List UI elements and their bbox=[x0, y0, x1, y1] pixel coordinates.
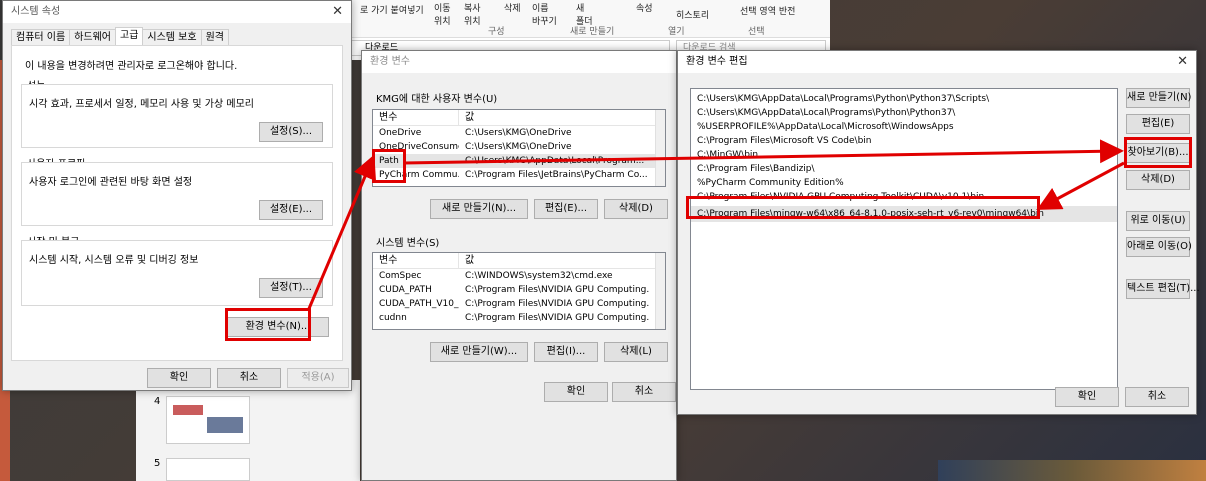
scrollbar[interactable] bbox=[655, 110, 665, 186]
performance-desc: 시각 효과, 프로세서 일정, 메모리 사용 및 가상 메모리 bbox=[29, 99, 254, 110]
system-edit-button[interactable]: 편집(I)... bbox=[534, 342, 598, 362]
user-profile-settings-button[interactable]: 설정(E)... bbox=[259, 200, 323, 220]
ribbon-group-open: 열기 bbox=[668, 27, 685, 37]
ribbon-group-new: 새로 만들기 bbox=[570, 27, 615, 37]
startup-recovery-settings-button[interactable]: 설정(T)... bbox=[259, 278, 323, 298]
system-properties-title: 시스템 속성 bbox=[11, 6, 61, 17]
edit-env-titlebar[interactable]: 환경 변수 편집 ✕ bbox=[678, 51, 1196, 73]
table-row[interactable]: ComSpec C:\WINDOWS\system32\cmd.exe bbox=[373, 269, 665, 283]
edit-edit-button[interactable]: 편집(E) bbox=[1126, 114, 1190, 134]
system-variables-label: 시스템 변수(S) bbox=[376, 238, 440, 249]
edit-new-button[interactable]: 새로 만들기(N) bbox=[1126, 88, 1191, 108]
system-properties-tabs: 컴퓨터 이름 하드웨어 고급 시스템 보호 원격 bbox=[11, 27, 229, 45]
user-edit-button[interactable]: 편집(E)... bbox=[534, 199, 598, 219]
user-variables-label: KMG에 대한 사용자 변수(U) bbox=[376, 94, 498, 105]
list-item[interactable]: C:\Program Files\Microsoft VS Code\bin bbox=[691, 134, 1117, 148]
scrollbar[interactable] bbox=[655, 253, 665, 329]
table-row[interactable]: PyCharm Commu... C:\Program Files\JetBrai… bbox=[373, 168, 665, 182]
table-row[interactable]: OneDrive C:\Users\KMG\OneDrive bbox=[373, 126, 665, 140]
highlight-browse-button bbox=[1124, 137, 1192, 168]
desktop-thumbnail-strip bbox=[938, 460, 1206, 481]
ok-button[interactable]: 확인 bbox=[147, 368, 211, 388]
close-icon[interactable]: ✕ bbox=[1177, 51, 1188, 73]
table-row-path[interactable]: Path C:\Users\KMG\AppData\Local\Program..… bbox=[373, 154, 665, 168]
column-header-value[interactable]: 값 bbox=[459, 253, 657, 268]
list-item[interactable]: %USERPROFILE%\AppData\Local\Microsoft\Wi… bbox=[691, 120, 1117, 134]
user-profile-desc: 사용자 로그인에 관련된 바탕 화면 설정 bbox=[29, 177, 193, 188]
table-row[interactable]: cudnn C:\Program Files\NVIDIA GPU Computi… bbox=[373, 311, 665, 325]
user-variables-table: 변수 값 OneDrive C:\Users\KMG\OneDrive OneDr… bbox=[372, 109, 666, 187]
edit-env-title: 환경 변수 편집 bbox=[686, 56, 748, 67]
system-new-button[interactable]: 새로 만들기(W)... bbox=[430, 342, 528, 362]
tab-system-protection[interactable]: 시스템 보호 bbox=[142, 29, 202, 45]
environment-variables-titlebar[interactable]: 환경 변수 bbox=[362, 51, 676, 73]
table-row[interactable]: CUDA_PATH_V10_1 C:\Program Files\NVIDIA G… bbox=[373, 297, 665, 311]
tab-advanced[interactable]: 고급 bbox=[115, 27, 144, 45]
ribbon-group-organize: 구성 bbox=[488, 27, 505, 37]
admin-note: 이 내용을 변경하려면 관리자로 로그온해야 합니다. bbox=[25, 61, 238, 72]
ribbon-copy-to[interactable]: 복사 위치 bbox=[464, 1, 481, 27]
apply-button[interactable]: 적용(A) bbox=[287, 368, 349, 388]
edit-environment-variable-dialog: 환경 변수 편집 ✕ C:\Users\KMG\AppData\Local\Pr… bbox=[677, 50, 1200, 415]
ribbon-history[interactable]: 히스토리 bbox=[676, 8, 709, 21]
user-new-button[interactable]: 새로 만들기(N)... bbox=[430, 199, 528, 219]
edit-ok-button[interactable]: 확인 bbox=[1055, 387, 1119, 407]
user-variables-header: 변수 값 bbox=[373, 110, 665, 126]
highlight-new-entry bbox=[686, 196, 1040, 219]
text-edit-button[interactable]: 텍스트 편집(T)... bbox=[1126, 279, 1200, 299]
startup-recovery-desc: 시스템 시작, 시스템 오류 및 디버깅 정보 bbox=[29, 255, 199, 266]
path-entries-list: C:\Users\KMG\AppData\Local\Programs\Pyth… bbox=[690, 88, 1118, 390]
system-delete-button[interactable]: 삭제(L) bbox=[604, 342, 668, 362]
list-item[interactable]: C:\Users\KMG\AppData\Local\Programs\Pyth… bbox=[691, 92, 1117, 106]
ribbon-delete[interactable]: 삭제 bbox=[504, 1, 521, 14]
slide-number-4: 4 bbox=[154, 396, 161, 407]
tab-computer-name[interactable]: 컴퓨터 이름 bbox=[11, 29, 71, 45]
performance-settings-button[interactable]: 설정(S)... bbox=[259, 122, 323, 142]
slide-thumbnail-4[interactable] bbox=[166, 396, 250, 444]
list-item[interactable]: C:\Users\KMG\AppData\Local\Programs\Pyth… bbox=[691, 106, 1117, 120]
tab-hardware[interactable]: 하드웨어 bbox=[69, 29, 116, 45]
list-item[interactable]: %PyCharm Community Edition% bbox=[691, 176, 1117, 190]
column-header-value[interactable]: 값 bbox=[459, 110, 657, 125]
file-explorer-ribbon: 로 가기 붙여넣기 이동 위치 복사 위치 삭제 이름 바꾸기 새 폴더 속성 … bbox=[350, 0, 830, 38]
system-variables-table: 변수 값 ComSpec C:\WINDOWS\system32\cmd.exe … bbox=[372, 252, 666, 330]
environment-variables-dialog: 환경 변수 KMG에 대한 사용자 변수(U) 변수 값 OneDrive C:\… bbox=[361, 50, 677, 481]
ribbon-rename[interactable]: 이름 바꾸기 bbox=[532, 1, 557, 27]
tab-remote[interactable]: 원격 bbox=[200, 29, 229, 45]
ribbon-group-select: 선택 bbox=[748, 27, 765, 37]
slide-number-5: 5 bbox=[154, 458, 161, 469]
slide-thumbnail-5[interactable] bbox=[166, 458, 250, 481]
system-variables-header: 변수 값 bbox=[373, 253, 665, 269]
environment-variables-title: 환경 변수 bbox=[370, 56, 410, 67]
move-up-button[interactable]: 위로 이동(U) bbox=[1126, 211, 1190, 231]
table-row[interactable]: CUDA_PATH C:\Program Files\NVIDIA GPU Com… bbox=[373, 283, 665, 297]
system-properties-titlebar[interactable]: 시스템 속성 ✕ bbox=[3, 1, 351, 23]
envvars-cancel-button[interactable]: 취소 bbox=[612, 382, 676, 402]
cancel-button[interactable]: 취소 bbox=[217, 368, 281, 388]
highlight-envvars-button bbox=[225, 308, 311, 341]
column-header-variable[interactable]: 변수 bbox=[373, 253, 459, 268]
move-down-button[interactable]: 아래로 이동(O) bbox=[1126, 237, 1192, 257]
close-icon[interactable]: ✕ bbox=[332, 1, 343, 23]
highlight-path-row bbox=[372, 149, 406, 183]
ribbon-invert-selection[interactable]: 선택 영역 반전 bbox=[740, 4, 795, 17]
system-properties-dialog: 시스템 속성 ✕ 컴퓨터 이름 하드웨어 고급 시스템 보호 원격 이 내용을 … bbox=[2, 0, 352, 391]
user-delete-button[interactable]: 삭제(D) bbox=[604, 199, 668, 219]
edit-delete-button[interactable]: 삭제(D) bbox=[1126, 170, 1190, 190]
edit-cancel-button[interactable]: 취소 bbox=[1125, 387, 1189, 407]
ribbon-move-to[interactable]: 이동 위치 bbox=[434, 1, 451, 27]
envvars-ok-button[interactable]: 확인 bbox=[544, 382, 608, 402]
list-item[interactable]: C:\Program Files\Bandizip\ bbox=[691, 162, 1117, 176]
column-header-variable[interactable]: 변수 bbox=[373, 110, 459, 125]
ribbon-paste-label[interactable]: 로 가기 붙여넣기 bbox=[360, 3, 424, 16]
list-item[interactable]: C:\MinGW\bin bbox=[691, 148, 1117, 162]
ribbon-properties[interactable]: 속성 bbox=[636, 1, 653, 14]
table-row[interactable]: OneDriveConsumer C:\Users\KMG\OneDrive bbox=[373, 140, 665, 154]
